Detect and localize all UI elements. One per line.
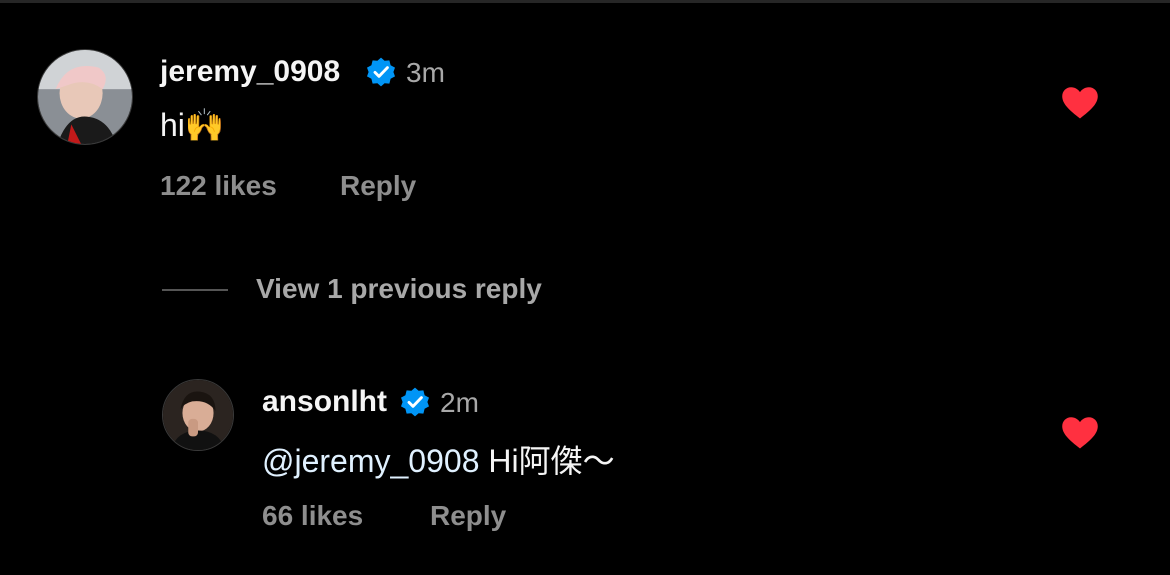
comment-reply-button[interactable]: Reply (340, 170, 416, 202)
reply-text-row: @jeremy_0908 Hi阿傑～ (262, 436, 615, 482)
view-previous-replies-button[interactable]: View 1 previous reply (256, 273, 542, 305)
reply-reply-button[interactable]: Reply (430, 500, 506, 532)
heart-icon[interactable] (1061, 416, 1099, 450)
verified-badge-icon (367, 57, 395, 87)
reply-mention-link[interactable]: @jeremy_0908 (262, 443, 479, 479)
heart-icon[interactable] (1061, 86, 1099, 120)
reply-username[interactable]: ansonlht (262, 385, 387, 419)
reply-likes[interactable]: 66 likes (262, 500, 363, 532)
comment-username[interactable]: jeremy_0908 (160, 55, 340, 89)
reply-text: Hi阿傑～ (479, 443, 615, 479)
comment-text: hi🙌 (160, 107, 225, 143)
comment-likes[interactable]: 122 likes (160, 170, 277, 202)
reply-time: 2m (440, 387, 479, 418)
avatar-jeremy[interactable] (37, 49, 133, 145)
verified-badge-icon (401, 387, 429, 417)
comment-time: 3m (406, 57, 445, 88)
view-replies-divider (162, 289, 228, 291)
top-divider (0, 0, 1170, 3)
avatar-ansonlht[interactable] (162, 379, 234, 451)
